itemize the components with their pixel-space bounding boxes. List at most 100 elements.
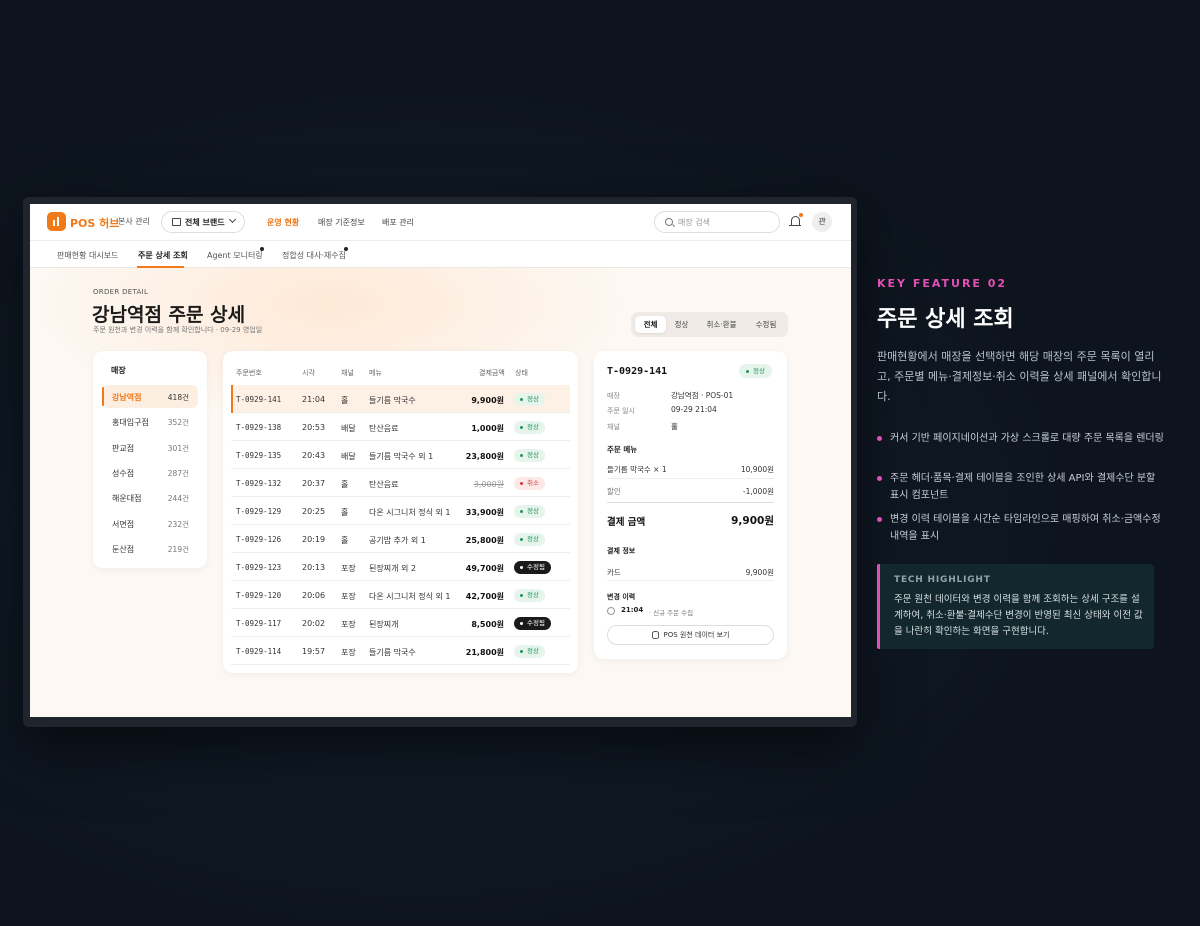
view-raw-data-button[interactable]: POS 원천 데이터 보기 xyxy=(607,625,774,645)
store-order-count: 352건 xyxy=(167,418,189,428)
store-list-item[interactable]: 홍대입구점 352건 xyxy=(102,410,198,433)
orders-table: 주문번호 시각 채널 메뉴 결제금액 상태 T-0929-141 21:04 홀 들기… xyxy=(223,351,578,673)
store-list-item[interactable]: 성수점 287건 xyxy=(102,461,198,484)
store-order-count: 244건 xyxy=(167,494,189,504)
store-order-count: 301건 xyxy=(167,443,189,453)
brand-name[interactable]: POS 허브 xyxy=(70,215,119,231)
filter-all[interactable]: 전체 xyxy=(635,316,666,333)
store-list-panel: 매장 강남역점 418건홍대입구점 352건판교점 301건 성수점 287건 해운대점 24… xyxy=(93,351,207,568)
filter-modified[interactable]: 수정됨 xyxy=(748,316,784,333)
status-badge: 수정됨 xyxy=(514,617,551,630)
status-badge: 정상 xyxy=(514,449,545,462)
order-amount: 23,800원 xyxy=(465,452,504,461)
order-id: T-0929-132 xyxy=(236,479,282,488)
sub-tabs: 판매현황 대시보드 주문 상세 조회 Agent 모니터링 정합성 대사·재수집 xyxy=(30,240,851,268)
store-list-item[interactable]: 해운대점 244건 xyxy=(102,486,198,509)
page-eyebrow: ORDER DETAIL xyxy=(93,288,149,296)
tab-reconciliation[interactable]: 정합성 대사·재수집 xyxy=(282,250,346,261)
order-menu: 들기름 막국수 외 1 xyxy=(369,452,434,461)
nav-deployment[interactable]: 배포 관리 xyxy=(382,217,414,228)
column-header: 메뉴 xyxy=(369,369,382,377)
tab-agent-monitoring[interactable]: Agent 모니터링 xyxy=(207,250,263,261)
meta-label: 매장 xyxy=(607,392,620,400)
order-time: 20:43 xyxy=(302,451,326,460)
filter-cancel-refund[interactable]: 취소·환불 xyxy=(698,316,745,333)
table-row[interactable]: T-0929-141 21:04 홀 들기름 막국수 9,900원 정상 xyxy=(231,385,570,413)
order-menu: 들기름 막국수 xyxy=(369,396,416,405)
store-list-item[interactable]: 서면점 232건 xyxy=(102,512,198,535)
order-channel: 배달 xyxy=(341,424,356,433)
table-row[interactable]: T-0929-120 20:06 포장 다온 시그니처 정식 외 1 42,700원 정상 xyxy=(231,581,570,609)
meta-value: 강남역점 · POS-01 xyxy=(671,391,734,400)
tab-alert-dot xyxy=(260,247,264,251)
payment-amount: 9,900원 xyxy=(745,568,774,577)
tab-order-detail[interactable]: 주문 상세 조회 xyxy=(138,250,188,261)
brand-select[interactable]: 전체 브랜드 xyxy=(161,211,245,233)
chevron-down-icon xyxy=(228,215,237,224)
nav-store-master[interactable]: 매장 기준정보 xyxy=(318,217,365,228)
order-amount: 1,000원 xyxy=(471,424,504,433)
order-menu: 공기밥 추가 외 1 xyxy=(369,536,426,545)
brand-select-value: 전체 브랜드 xyxy=(185,218,225,227)
store-list-title: 매장 xyxy=(111,366,126,375)
page-subtitle: 주문 원천과 변경 이력을 함께 확인합니다 · 09-29 영업일 xyxy=(93,326,263,334)
timeline-dot xyxy=(607,607,615,615)
discount-label: 할인 xyxy=(607,487,621,496)
table-row[interactable]: T-0929-126 20:19 홀 공기밥 추가 외 1 25,800원 정상 xyxy=(231,525,570,553)
status-badge: 정상 xyxy=(514,421,545,434)
status-badge: 정상 xyxy=(514,505,545,518)
store-icon xyxy=(172,218,181,226)
store-list-item[interactable]: 판교점 301건 xyxy=(102,436,198,459)
store-list-item[interactable]: 강남역점 418건 xyxy=(102,385,198,408)
payment-info-title: 결제 정보 xyxy=(607,547,636,555)
filter-normal[interactable]: 정상 xyxy=(668,316,695,333)
order-time: 20:37 xyxy=(302,479,326,488)
status-badge: 정상 xyxy=(514,645,545,658)
bell-icon[interactable] xyxy=(789,216,801,227)
hq-label: 본사 관리 xyxy=(118,217,150,226)
store-search[interactable] xyxy=(654,211,780,233)
order-channel: 홀 xyxy=(341,480,349,489)
table-row[interactable]: T-0929-132 20:37 홀 탄산음료 3,000원 취소 xyxy=(231,469,570,497)
order-amount: 42,700원 xyxy=(465,592,504,601)
meta-label: 주문 일시 xyxy=(607,407,635,415)
order-time: 20:13 xyxy=(302,563,326,572)
order-menu: 탄산음료 xyxy=(369,480,399,489)
search-icon xyxy=(665,218,673,226)
table-row[interactable]: T-0929-117 20:02 포장 된장찌개 8,500원 수정됨 xyxy=(231,609,570,637)
order-id: T-0929-135 xyxy=(236,451,282,460)
order-channel: 포장 xyxy=(341,592,356,601)
table-row[interactable]: T-0929-135 20:43 배달 들기름 막국수 외 1 23,800원 정상 xyxy=(231,441,570,469)
store-name: 서면점 xyxy=(112,519,135,529)
nav-operations[interactable]: 운영 현황 xyxy=(267,217,299,228)
table-row[interactable]: T-0929-114 19:57 포장 들기름 막국수 21,800원 정상 xyxy=(231,637,570,665)
table-row[interactable]: T-0929-123 20:13 포장 된장찌개 외 2 49,700원 수정됨 xyxy=(231,553,570,581)
feature-title: 주문 상세 조회 xyxy=(877,307,1014,332)
total-label: 결제 금액 xyxy=(607,517,646,528)
table-row[interactable]: T-0929-138 20:53 배달 탄산음료 1,000원 정상 xyxy=(231,413,570,441)
database-icon xyxy=(652,631,659,639)
store-list-item[interactable]: 둔산점 219건 xyxy=(102,537,198,560)
column-header: 시각 xyxy=(302,369,315,377)
tab-sales-dashboard[interactable]: 판매현황 대시보드 xyxy=(57,250,118,261)
order-channel: 홀 xyxy=(341,536,349,545)
feature-bullet: 주문 헤더·품목·결제 테이블을 조인한 상세 API와 결제수단 분할 표시 … xyxy=(877,470,1167,504)
status-badge: 정상 xyxy=(514,533,545,546)
order-amount: 8,500원 xyxy=(471,620,504,629)
detail-order-id: T-0929-141 xyxy=(607,366,668,377)
history-time: 21:04 xyxy=(621,606,644,614)
avatar[interactable]: 관 xyxy=(812,212,832,232)
order-id: T-0929-114 xyxy=(236,647,282,656)
store-name: 홍대입구점 xyxy=(112,418,149,428)
table-row[interactable]: T-0929-129 20:25 홀 다온 시그니처 정식 외 1 33,900원 정상 xyxy=(231,497,570,525)
order-time: 20:19 xyxy=(302,535,326,544)
search-input[interactable] xyxy=(678,216,773,229)
store-name: 강남역점 xyxy=(112,393,142,402)
order-amount: 3,000원 xyxy=(473,480,504,489)
order-channel: 포장 xyxy=(341,648,356,657)
history-text: · 신규 주문 수집 xyxy=(649,609,694,617)
order-channel: 홀 xyxy=(341,396,349,405)
column-header: 결제금액 xyxy=(479,369,505,377)
order-id: T-0929-129 xyxy=(236,507,282,516)
order-menu: 탄산음료 xyxy=(369,424,399,433)
